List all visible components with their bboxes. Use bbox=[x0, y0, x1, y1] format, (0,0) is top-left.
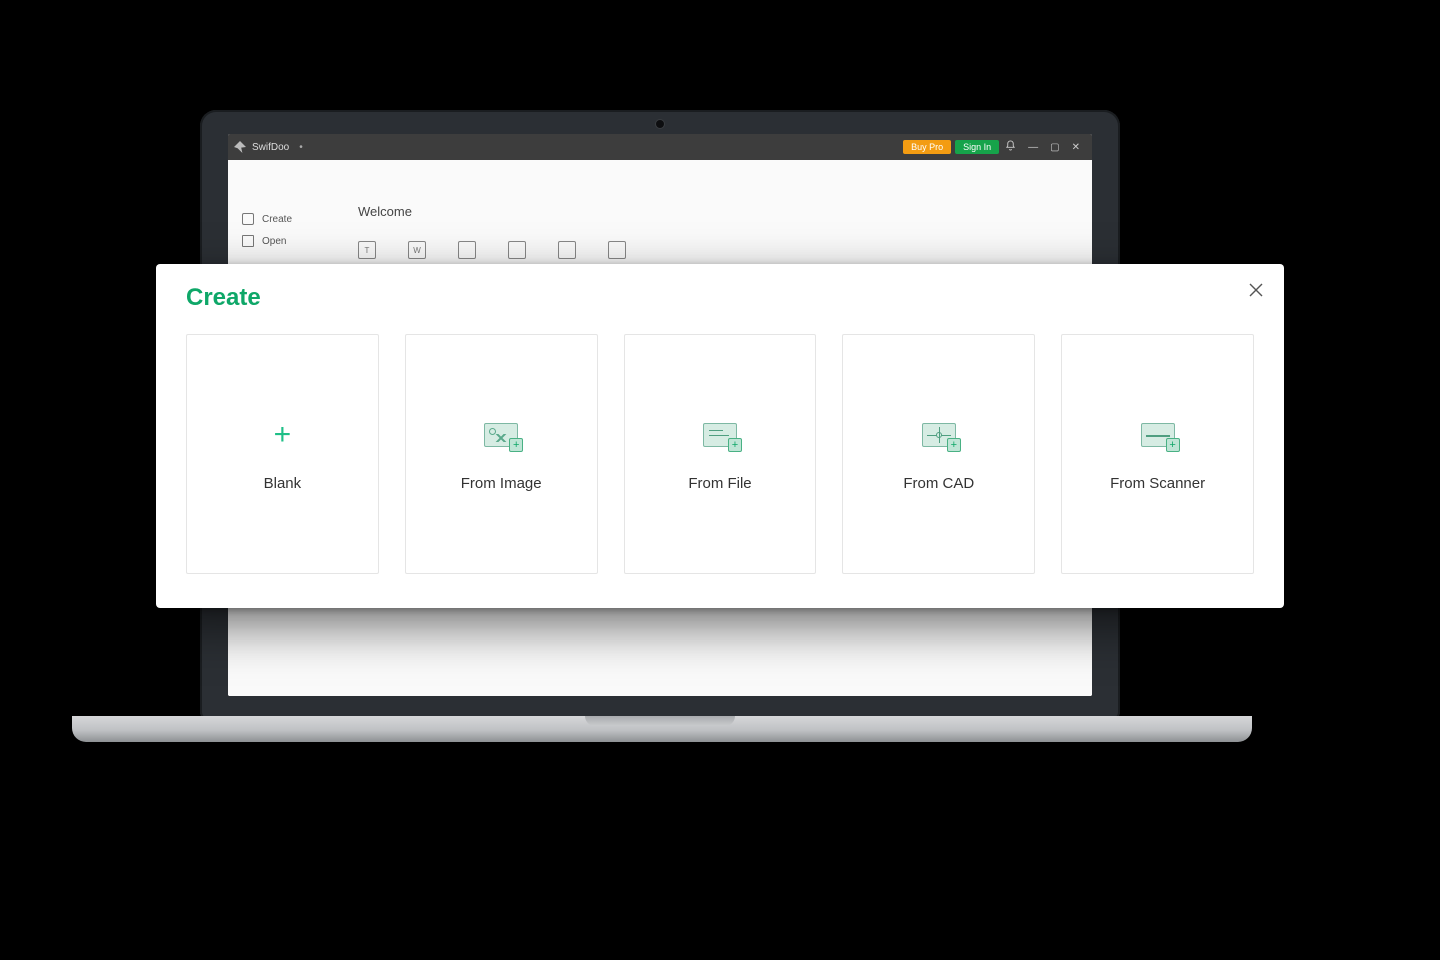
close-icon bbox=[1249, 283, 1263, 297]
plus-icon: + bbox=[258, 417, 306, 453]
titlebar: SwifDoo • Buy Pro Sign In — ▢ ✕ bbox=[228, 134, 1092, 160]
sign-in-button[interactable]: Sign In bbox=[955, 140, 999, 154]
tool-icon[interactable] bbox=[608, 241, 626, 259]
tool-icon[interactable] bbox=[458, 241, 476, 259]
tool-text-icon[interactable]: T bbox=[358, 241, 376, 259]
card-label: Blank bbox=[264, 475, 302, 492]
tool-word-icon[interactable]: W bbox=[408, 241, 426, 259]
tool-icon[interactable] bbox=[558, 241, 576, 259]
create-card-from-image[interactable]: + From Image bbox=[405, 334, 598, 574]
window-close-button[interactable]: ✕ bbox=[1066, 142, 1086, 153]
card-label: From CAD bbox=[903, 475, 974, 492]
buy-pro-button[interactable]: Buy Pro bbox=[903, 140, 951, 154]
camera-dot-icon bbox=[656, 120, 664, 128]
create-card-from-scanner[interactable]: + From Scanner bbox=[1061, 334, 1254, 574]
brand-logo-icon bbox=[234, 141, 246, 153]
create-card-from-file[interactable]: + From File bbox=[624, 334, 817, 574]
card-row: + Blank + From Image + From File + From … bbox=[186, 334, 1254, 574]
create-card-from-cad[interactable]: + From CAD bbox=[842, 334, 1035, 574]
welcome-heading: Welcome bbox=[358, 204, 1072, 219]
cad-file-icon: + bbox=[915, 417, 963, 453]
card-label: From Scanner bbox=[1110, 475, 1205, 492]
sidebar-item-label: Create bbox=[262, 214, 292, 225]
image-file-icon: + bbox=[477, 417, 525, 453]
app-name: SwifDoo bbox=[252, 142, 289, 153]
tool-icon[interactable] bbox=[508, 241, 526, 259]
titlebar-dot-icon: • bbox=[299, 142, 303, 153]
dialog-title: Create bbox=[186, 284, 1254, 312]
window-maximize-button[interactable]: ▢ bbox=[1044, 142, 1065, 153]
bell-icon[interactable] bbox=[999, 140, 1022, 154]
sidebar-item-open[interactable]: Open bbox=[240, 230, 326, 252]
scanner-file-icon: + bbox=[1134, 417, 1182, 453]
window-minimize-button[interactable]: — bbox=[1022, 142, 1044, 153]
sidebar-item-label: Open bbox=[262, 236, 286, 247]
card-label: From File bbox=[688, 475, 751, 492]
create-dialog: Create + Blank + From Image + From File … bbox=[156, 264, 1284, 608]
brand: SwifDoo • bbox=[234, 141, 303, 153]
document-file-icon: + bbox=[696, 417, 744, 453]
file-icon bbox=[242, 213, 254, 225]
card-label: From Image bbox=[461, 475, 542, 492]
tool-row: T W bbox=[358, 241, 1072, 259]
sidebar-item-create[interactable]: Create bbox=[240, 208, 326, 230]
dialog-close-button[interactable] bbox=[1246, 280, 1266, 300]
folder-icon bbox=[242, 235, 254, 247]
laptop-notch bbox=[585, 716, 735, 726]
create-card-blank[interactable]: + Blank bbox=[186, 334, 379, 574]
